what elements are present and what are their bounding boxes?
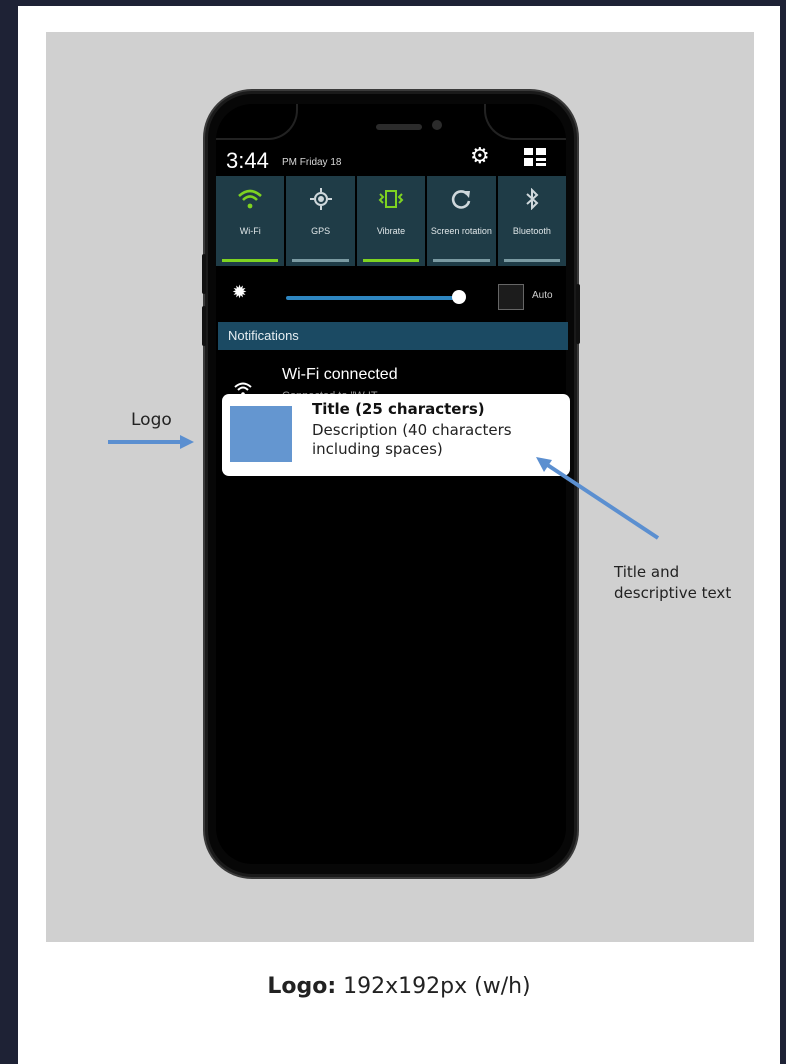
wifi-icon: [238, 188, 263, 218]
quick-settings-grid-icon[interactable]: [524, 148, 546, 166]
quick-setting-wifi[interactable]: Wi-Fi: [216, 176, 285, 266]
quick-setting-indicator: [433, 259, 490, 262]
vibrate-icon: [378, 188, 404, 218]
front-camera: [432, 120, 442, 130]
quick-setting-label: GPS: [311, 226, 331, 236]
quick-setting-label: Bluetooth: [512, 226, 551, 236]
content-card: 3:44 PM Friday 18 ⚙ Wi-Fi GPS Vibrate Scree…: [18, 6, 780, 1064]
auto-brightness-label: Auto: [532, 290, 553, 301]
notch-left: [216, 104, 298, 140]
notification-description: Description (40 characters including spa…: [312, 421, 512, 458]
quick-setting-label: Vibrate: [376, 226, 406, 236]
brightness-slider-knob[interactable]: [452, 290, 466, 304]
phone-screen: 3:44 PM Friday 18 ⚙ Wi-Fi GPS Vibrate Scree…: [216, 104, 566, 864]
power-button: [576, 284, 580, 344]
quick-setting-bluetooth[interactable]: Bluetooth: [497, 176, 566, 266]
notification-title: Title (25 characters): [312, 400, 485, 418]
quick-setting-indicator: [292, 259, 349, 262]
notifications-header-label: Notifications: [228, 328, 299, 343]
bluetooth-icon: [524, 187, 540, 218]
caption-value: 192x192px (w/h): [336, 974, 531, 999]
notifications-header: Notifications: [218, 322, 568, 350]
quick-settings-panel: Wi-Fi GPS Vibrate Screen rotation Bluetooth: [216, 176, 566, 266]
quick-setting-indicator: [222, 259, 279, 262]
quick-setting-label: Screen rotation: [430, 226, 492, 236]
quick-setting-gps[interactable]: GPS: [286, 176, 355, 266]
quick-setting-indicator: [503, 259, 561, 262]
quick-setting-rotation[interactable]: Screen rotation: [427, 176, 496, 266]
quick-setting-label: Wi-Fi: [239, 226, 261, 236]
date-label: PM Friday 18: [282, 157, 342, 168]
brightness-slider[interactable]: [286, 296, 458, 300]
wifi-notification-title: Wi-Fi connected: [282, 366, 398, 383]
illustration-stage: 3:44 PM Friday 18 ⚙ Wi-Fi GPS Vibrate Scree…: [46, 32, 754, 942]
logo-placeholder: [230, 406, 292, 462]
quick-setting-indicator: [362, 259, 420, 262]
caption-label: Logo:: [267, 974, 337, 999]
logo-arrow: [108, 435, 194, 449]
notch-right: [484, 104, 566, 140]
volume-button: [202, 306, 206, 346]
example-notification-card[interactable]: Title (25 characters) Description (40 ch…: [222, 394, 570, 476]
logo-annotation: Logo: [131, 410, 172, 430]
quick-setting-vibrate[interactable]: Vibrate: [356, 176, 426, 266]
rotation-icon: [450, 188, 472, 218]
volume-button: [202, 254, 206, 294]
logo-size-caption: Logo: 192x192px (w/h): [18, 974, 780, 999]
speaker-grille: [376, 124, 422, 130]
gps-icon: [309, 188, 332, 218]
status-bar: 3:44 PM Friday 18 ⚙: [216, 140, 566, 180]
gear-icon[interactable]: ⚙: [470, 144, 490, 169]
title-annotation: Title and descriptive text: [614, 563, 732, 602]
clock: 3:44: [226, 148, 269, 173]
phone-mockup: 3:44 PM Friday 18 ⚙ Wi-Fi GPS Vibrate Scree…: [202, 94, 580, 874]
brightness-icon: ✹: [232, 282, 248, 303]
auto-brightness-checkbox[interactable]: [498, 284, 524, 310]
brightness-control: ✹ Auto: [216, 276, 566, 316]
